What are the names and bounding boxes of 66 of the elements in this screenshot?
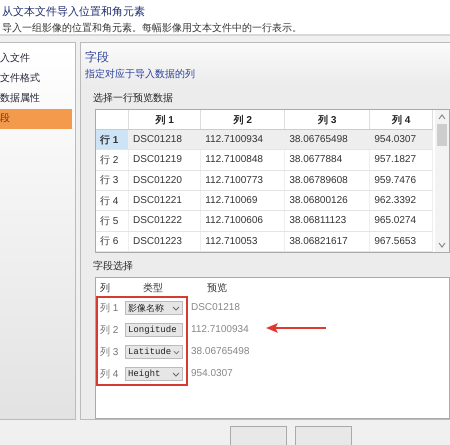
row-label: 列 3 xyxy=(100,346,120,359)
table-cell: 967.5653 xyxy=(370,231,432,252)
table-cell: 38.06821617 xyxy=(284,231,370,252)
group-label: 选择一行预览数据 xyxy=(93,92,174,105)
sidebar-item[interactable]: 数据属性 xyxy=(0,89,75,109)
table-cell: 965.0274 xyxy=(370,210,432,232)
preview-value: DSC01218 xyxy=(190,301,241,315)
dialog-button[interactable] xyxy=(230,426,287,445)
sidebar-item[interactable]: 入文件 xyxy=(0,49,75,69)
table-cell: 112.7100848 xyxy=(200,150,285,170)
dialog-button[interactable] xyxy=(295,426,352,445)
column-header: 列 3 xyxy=(284,110,370,130)
column-header: 列 xyxy=(99,282,111,295)
scroll-thumb[interactable] xyxy=(437,124,447,146)
group-label: 字段选择 xyxy=(93,260,134,273)
column-header: 预览 xyxy=(206,282,228,295)
table-cell: 38.06789608 xyxy=(284,170,370,190)
table-cell: DSC01221 xyxy=(128,190,201,211)
table-cell: 957.1827 xyxy=(370,150,432,170)
table-cell: 38.06811123 xyxy=(284,210,370,232)
type-dropdown[interactable]: 影像名称 xyxy=(125,301,183,315)
table-cell: DSC01219 xyxy=(128,150,201,170)
table-cell: 112.7100773 xyxy=(200,170,285,190)
column-header: 列 2 xyxy=(200,110,285,130)
table-cell: 38.06765498 xyxy=(284,130,370,150)
table-cell: 959.7476 xyxy=(370,170,432,190)
table-cell: DSC01223 xyxy=(128,231,201,252)
table-cell: 112.710053 xyxy=(200,231,285,252)
row-header[interactable]: 行 1 xyxy=(96,130,128,150)
row-header[interactable]: 行 4 xyxy=(96,190,128,211)
row-header[interactable]: 行 6 xyxy=(96,231,128,252)
page-heading: 字段 xyxy=(85,49,110,66)
row-header[interactable]: 行 3 xyxy=(96,170,128,190)
annotation-arrow xyxy=(266,322,326,334)
column-header: 列 4 xyxy=(370,110,432,130)
row-header[interactable]: 行 2 xyxy=(96,150,128,170)
row-label: 列 4 xyxy=(100,368,120,381)
preview-value: 954.0307 xyxy=(190,367,234,381)
sidebar-item[interactable]: 段 xyxy=(0,109,72,129)
table-cell: DSC01218 xyxy=(128,130,201,150)
scrollbar[interactable] xyxy=(435,110,449,252)
row-header[interactable]: 行 5 xyxy=(96,210,128,232)
type-dropdown[interactable]: Height xyxy=(125,367,183,381)
dialog-subtitle: 导入一组影像的位置和角元素。每幅影像用文本文件中的一行表示。 xyxy=(2,22,303,35)
column-header: 列 1 xyxy=(128,110,201,130)
page-description: 指定对应于导入数据的列 xyxy=(85,68,196,81)
table-cell: 112.710069 xyxy=(200,190,285,211)
dialog-title: 从文本文件导入位置和角元素 xyxy=(2,4,146,20)
type-dropdown[interactable]: Latitude xyxy=(125,345,183,359)
table-cell: 38.06800126 xyxy=(284,190,370,211)
sidebar-item[interactable]: 文件格式 xyxy=(0,69,75,89)
column-header: 类型 xyxy=(142,282,164,295)
preview-value: 38.06765498 xyxy=(190,345,250,359)
table-cell: DSC01220 xyxy=(128,170,201,190)
table-cell: 112.7100934 xyxy=(200,130,285,150)
row-label: 列 2 xyxy=(100,324,120,337)
row-label: 列 1 xyxy=(100,302,120,315)
scroll-down-icon[interactable] xyxy=(438,242,446,248)
preview-value: 112.7100934 xyxy=(190,323,250,337)
type-dropdown[interactable]: Longitude xyxy=(125,323,183,337)
table-cell: 112.7100606 xyxy=(200,210,285,232)
table-cell: DSC01222 xyxy=(128,210,201,232)
scroll-up-icon[interactable] xyxy=(438,114,446,120)
table-cell: 962.3392 xyxy=(370,190,432,211)
table-cell: 954.0307 xyxy=(370,130,432,150)
table-cell: 38.0677884 xyxy=(284,150,370,170)
